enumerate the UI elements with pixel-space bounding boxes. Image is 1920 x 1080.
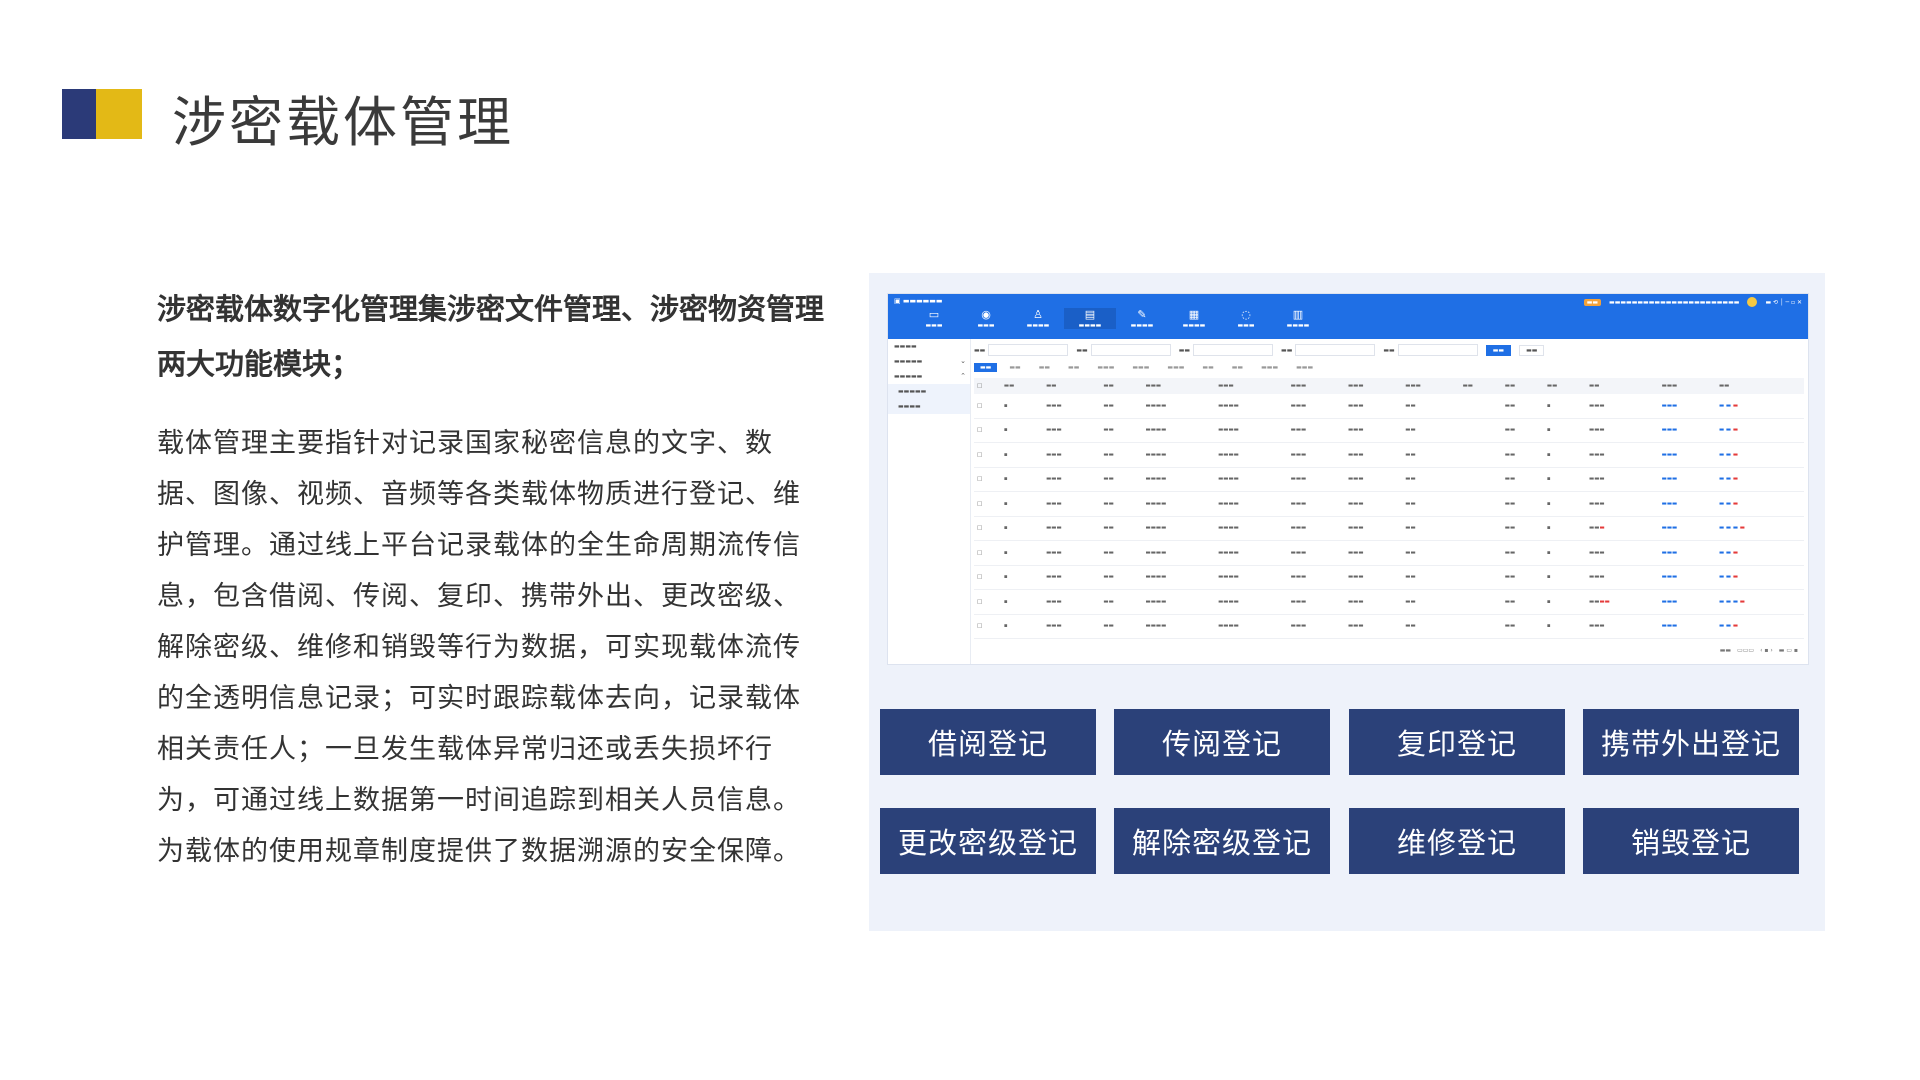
nav-item: ♙ ▬▬▬▬	[1012, 308, 1064, 329]
window-controls: ▬ ⟲ │ ─ ▫ ✕	[1765, 298, 1802, 306]
table-row: □ ▪ ▬▬▬ ▬▬ ▬▬▬▬ ▬▬▬▬ ▬▬▬ ▬▬▬ ▬▬ ▬▬ ▪ ▬▬▬ ▬▬▬ ▬ ▬ ▬ ▬	[974, 516, 1804, 541]
change-level-register-button[interactable]: 更改密级登记	[880, 808, 1096, 874]
pagination-size: ▭▭▭	[1737, 647, 1755, 654]
tab: ▬▬	[1068, 363, 1080, 371]
nav-item: ◌ ▬▬▬	[1220, 308, 1272, 329]
table-row: □ ▪ ▬▬▬ ▬▬ ▬▬▬▬ ▬▬▬▬ ▬▬▬ ▬▬▬ ▬▬ ▬▬ ▪ ▬▬▬ ▬▬▬ ▬ ▬ ▬	[974, 467, 1804, 492]
app-nav: ▭ ▬▬▬ ◉ ▬▬▬ ♙ ▬▬▬▬ ▤ ▬▬▬▬ ✎ ▬▬▬▬ ▦ ▬▬▬▬ ◌ ▬▬▬ ▥…	[908, 308, 1324, 329]
sidebar-subitem: ▬▬▬▬▬	[888, 384, 970, 399]
nav-item: ▦ ▬▬▬▬	[1168, 308, 1220, 329]
chevron-down-icon: ⌄	[960, 357, 966, 365]
action-tabs: ▬▬ ▬▬ ▬▬ ▬▬ ▬▬▬ ▬▬▬ ▬▬▬ ▬▬ ▬▬ ▬▬▬ ▬▬▬	[974, 360, 1804, 374]
tab: ▬▬▬	[1296, 363, 1314, 371]
circulate-register-button[interactable]: 传阅登记	[1114, 709, 1330, 775]
sidebar-item: ▬▬▬▬	[894, 343, 917, 350]
filter: ▬▬	[1281, 344, 1376, 356]
tab: ▬▬▬	[1132, 363, 1150, 371]
edit-icon: ✎	[1137, 308, 1147, 321]
declassify-register-button[interactable]: 解除密级登记	[1114, 808, 1330, 874]
device-icon: ▦	[1188, 308, 1200, 321]
title-mark	[62, 89, 142, 139]
bar-chart-icon: ▥	[1292, 308, 1304, 321]
tab: ▬▬	[974, 362, 998, 372]
table-header: □ ▬▬ ▬▬ ▬▬ ▬▬▬ ▬▬▬ ▬▬▬ ▬▬▬ ▬▬▬ ▬▬ ▬▬ ▬▬ ▬▬ ▬▬▬ ▬▬	[974, 378, 1804, 394]
table-row: □ ▪ ▬▬▬ ▬▬ ▬▬▬▬ ▬▬▬▬ ▬▬▬ ▬▬▬ ▬▬ ▬▬ ▪ ▬▬▬ ▬▬▬ ▬ ▬ ▬	[974, 394, 1804, 419]
table-row: □ ▪ ▬▬▬ ▬▬ ▬▬▬▬ ▬▬▬▬ ▬▬▬ ▬▬▬ ▬▬ ▬▬ ▪ ▬▬▬▬ ▬▬▬ ▬ ▬ ▬ ▬	[974, 589, 1804, 615]
tab: ▬▬	[1009, 363, 1021, 371]
table-row: □ ▪ ▬▬▬ ▬▬ ▬▬▬▬ ▬▬▬▬ ▬▬▬ ▬▬▬ ▬▬ ▬▬ ▪ ▬▬▬ ▬▬▬ ▬ ▬ ▬	[974, 418, 1804, 443]
filter: ▬▬	[1179, 344, 1274, 356]
filter-bar: ▬▬ ▬▬ ▬▬ ▬▬ ▬▬ ▬▬ ▬▬	[974, 342, 1804, 358]
body-text: 载体管理主要指针对记录国家秘密信息的文字、数据、图像、视频、音频等各类载体物质进…	[157, 428, 801, 867]
borrow-register-button[interactable]: 借阅登记	[880, 709, 1096, 775]
sidebar-subitem: ▬▬▬▬	[888, 399, 970, 414]
filter-input	[988, 344, 1069, 356]
table-row: □ ▪ ▬▬▬ ▬▬ ▬▬▬▬ ▬▬▬▬ ▬▬▬ ▬▬▬ ▬▬ ▬▬ ▪ ▬▬▬ ▬▬▬ ▬ ▬ ▬	[974, 491, 1804, 517]
avatar	[1747, 297, 1758, 307]
table-row: □ ▪ ▬▬▬ ▬▬ ▬▬▬▬ ▬▬▬▬ ▬▬▬ ▬▬▬ ▬▬ ▬▬ ▪ ▬▬▬ ▬▬▬ ▬ ▬ ▬	[974, 540, 1804, 566]
data-table: □ ▬▬ ▬▬ ▬▬ ▬▬▬ ▬▬▬ ▬▬▬ ▬▬▬ ▬▬▬ ▬▬ ▬▬ ▬▬ ▬▬ ▬▬▬ ▬▬ □ ▪ ▬▬…	[974, 378, 1804, 639]
app-logo: ▣ ▬▬▬▬▬▬	[894, 297, 943, 305]
tab: ▬▬▬	[1167, 363, 1185, 371]
repair-register-button[interactable]: 维修登记	[1349, 808, 1565, 874]
app-sidebar: ▬▬▬▬ ▬▬▬▬▬ ⌄ ▬▬▬▬▬ ⌃ ▬▬▬▬▬ ▬▬▬▬	[888, 339, 971, 664]
app-header: ▣ ▬▬▬▬▬▬ ▭ ▬▬▬ ◉ ▬▬▬ ♙ ▬▬▬▬ ▤ ▬▬▬▬ ✎ ▬▬▬▬ ▦ ▬▬…	[888, 294, 1808, 339]
filter-input	[1295, 344, 1376, 356]
sidebar-item: ▬▬▬▬▬ ⌃	[894, 372, 966, 380]
title-mark-blue	[62, 89, 96, 139]
filter: ▬▬	[1076, 344, 1171, 356]
screenshot-panel: ▣ ▬▬▬▬▬▬ ▭ ▬▬▬ ◉ ▬▬▬ ♙ ▬▬▬▬ ▤ ▬▬▬▬ ✎ ▬▬▬▬ ▦ ▬▬…	[869, 273, 1825, 931]
nav-item: ▭ ▬▬▬	[908, 308, 960, 329]
pagination-jump: ▬ ▭ ▪	[1778, 647, 1798, 654]
info-icon: ◉	[981, 308, 991, 321]
tab: ▬▬	[1202, 363, 1214, 371]
table-row: □ ▪ ▬▬▬ ▬▬ ▬▬▬▬ ▬▬▬▬ ▬▬▬ ▬▬▬ ▬▬ ▬▬ ▪ ▬▬▬ ▬▬▬ ▬ ▬ ▬	[974, 614, 1804, 639]
notice-text: ▬▬▬▬▬▬▬▬▬▬▬▬▬▬▬▬▬▬▬▬▬▬▬	[1609, 298, 1740, 306]
filter-input	[1090, 344, 1171, 356]
monitor-icon: ▭	[928, 308, 940, 321]
app-screenshot: ▣ ▬▬▬▬▬▬ ▭ ▬▬▬ ◉ ▬▬▬ ♙ ▬▬▬▬ ▤ ▬▬▬▬ ✎ ▬▬▬▬ ▦ ▬▬…	[887, 293, 1809, 665]
sidebar-item: ▬▬▬▬▬ ⌄	[894, 357, 966, 365]
tab: ▬▬▬	[1097, 363, 1115, 371]
table-row: □ ▪ ▬▬▬ ▬▬ ▬▬▬▬ ▬▬▬▬ ▬▬▬ ▬▬▬ ▬▬ ▬▬ ▪ ▬▬▬ ▬▬▬ ▬ ▬ ▬	[974, 565, 1804, 590]
copy-register-button[interactable]: 复印登记	[1349, 709, 1565, 775]
chat-icon: ◌	[1241, 308, 1251, 321]
title-mark-yellow	[96, 89, 142, 139]
nav-item: ✎ ▬▬▬▬	[1116, 308, 1168, 329]
nav-item: ◉ ▬▬▬	[960, 308, 1012, 329]
file-icon: ▤	[1084, 308, 1096, 321]
lead-text: 涉密载体数字化管理集涉密文件管理、涉密物资管理两大功能模块；	[157, 292, 825, 381]
nav-item: ▤ ▬▬▬▬	[1064, 308, 1116, 329]
filter: ▬▬	[1383, 344, 1478, 356]
tab: ▬▬	[1231, 363, 1244, 371]
filter-input	[1193, 344, 1274, 356]
pagination-pages: ‹ ▪ ›	[1760, 647, 1773, 654]
notice-tag: ▬▬	[1583, 298, 1602, 306]
filter: ▬▬	[974, 344, 1069, 356]
table-row: □ ▪ ▬▬▬ ▬▬ ▬▬▬▬ ▬▬▬▬ ▬▬▬ ▬▬▬ ▬▬ ▬▬ ▪ ▬▬▬ ▬▬▬ ▬ ▬ ▬	[974, 442, 1804, 468]
carry-out-register-button[interactable]: 携带外出登记	[1583, 709, 1799, 775]
filter-input	[1397, 344, 1478, 356]
page-title: 涉密载体管理	[172, 91, 514, 154]
destroy-register-button[interactable]: 销毁登记	[1583, 808, 1799, 874]
app-topbar-right: ▬▬ ▬▬▬▬▬▬▬▬▬▬▬▬▬▬▬▬▬▬▬▬▬▬▬ ▬ ⟲ │ ─ ▫ ✕	[1583, 297, 1802, 307]
tab: ▬▬▬	[1261, 363, 1279, 371]
user-icon: ♙	[1033, 308, 1043, 321]
reset-mini-button: ▬▬	[1519, 344, 1545, 356]
chevron-up-icon: ⌃	[960, 372, 966, 380]
pagination-total: ▬▬	[1719, 647, 1732, 654]
tab: ▬▬	[1038, 363, 1051, 371]
pagination: ▬▬ ▭▭▭ ‹ ▪ › ▬ ▭ ▪	[1720, 647, 1798, 654]
nav-item: ▥ ▬▬▬▬	[1272, 308, 1324, 329]
search-mini-button: ▬▬	[1485, 344, 1512, 356]
app-main: ▬▬ ▬▬ ▬▬ ▬▬ ▬▬ ▬▬ ▬▬ ▬▬ ▬▬ ▬▬ ▬▬ ▬▬▬ ▬▬▬…	[974, 342, 1804, 664]
